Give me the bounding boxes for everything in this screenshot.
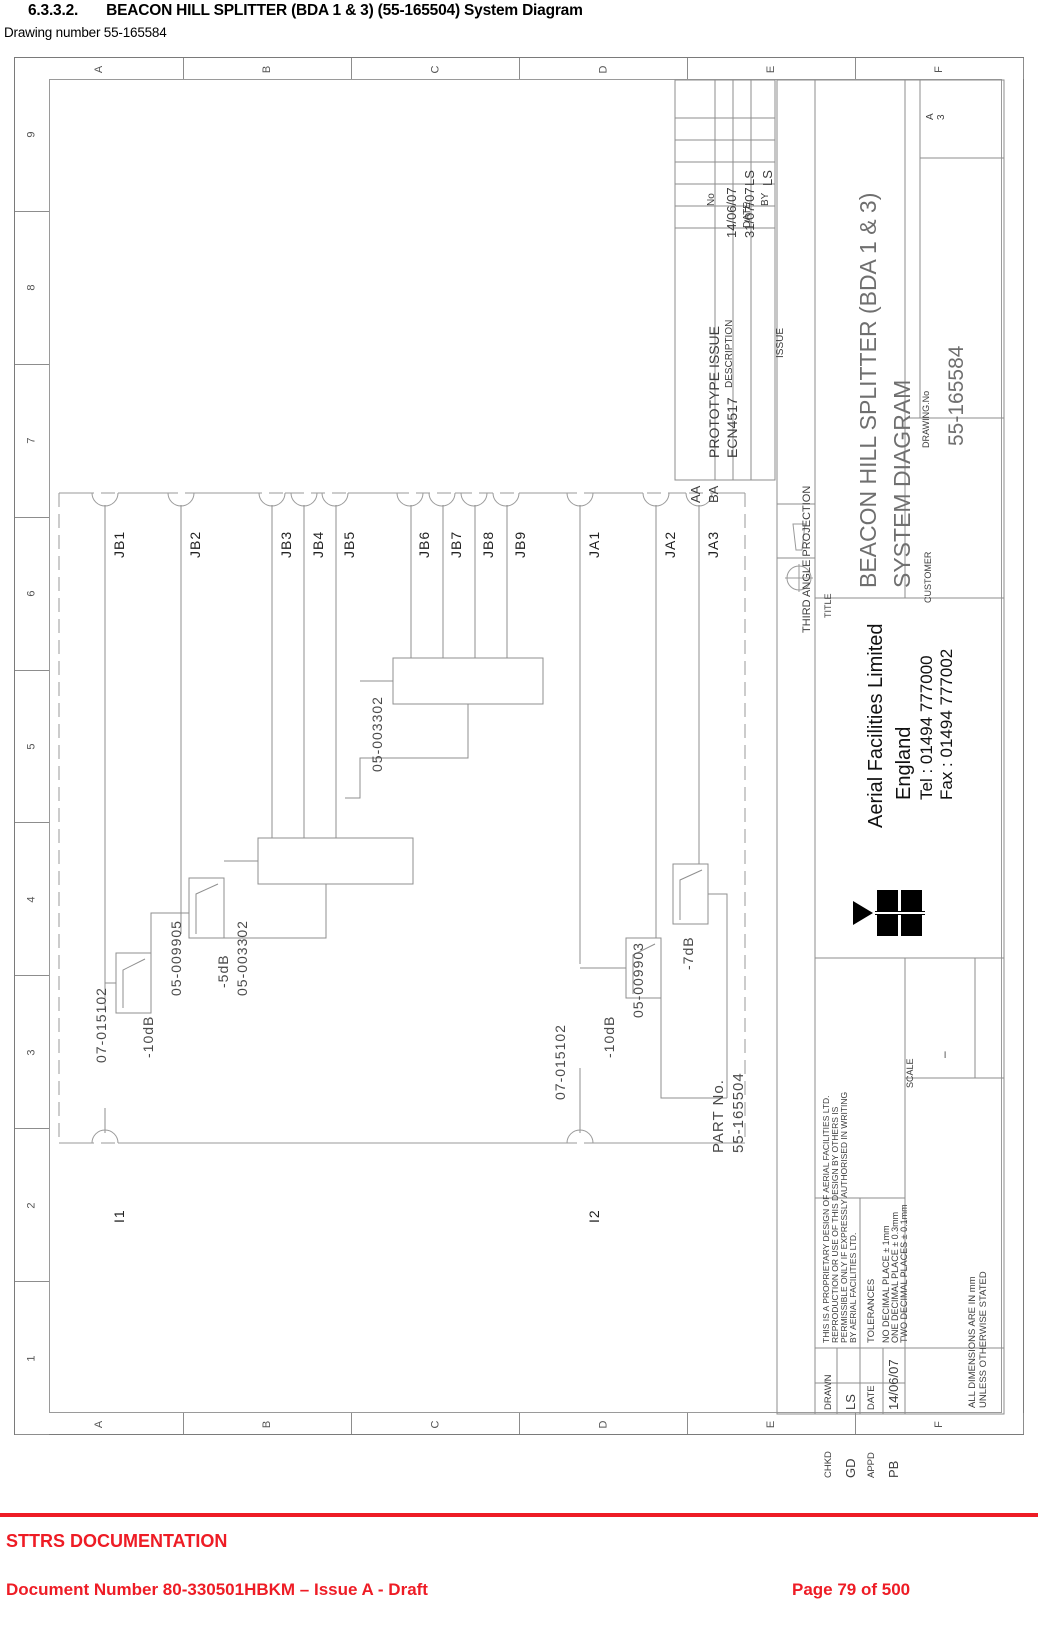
footer-divider	[0, 1513, 1038, 1517]
scale-value: –	[937, 1051, 951, 1058]
logo-square-d	[901, 915, 922, 936]
chkd-label: CHKD	[823, 1451, 834, 1478]
appd-label: APPD	[866, 1452, 877, 1478]
logo-square-b	[901, 890, 922, 911]
customer-label: CUSTOMER	[923, 551, 933, 603]
rev-row-1-no: AA	[688, 485, 703, 503]
logo-square-c	[877, 915, 898, 936]
drawing-sheet: ABCDEF ABCDEF 987654321 JB1 JB2 JB3 JB4 …	[14, 57, 1024, 1478]
drawn-label: DRAWN	[823, 1374, 834, 1410]
sheet-label: A	[925, 113, 936, 120]
footer-page-number: Page 79 of 500	[792, 1580, 911, 1599]
proprietary-notice-line-3: BY AERIAL FACILITIES LTD.	[848, 1232, 858, 1343]
aerial-facilities-logo	[853, 890, 929, 936]
rev-row-1-date: 14/06/07	[724, 187, 739, 238]
company-country: England	[893, 726, 915, 800]
section-number: 6.3.3.2.	[28, 2, 79, 19]
scale-label: SCALE	[905, 1058, 915, 1088]
rev-row-0-by: LS	[760, 170, 775, 186]
rev-header-description: DESCRIPTION	[724, 319, 735, 388]
date-label: DATE	[866, 1385, 877, 1410]
rev-header-by: BY	[760, 192, 771, 206]
units-note-line-0: ALL DIMENSIONS ARE IN mm	[967, 1276, 978, 1408]
rev-row-0-no: BA	[706, 485, 721, 503]
chkd-value: GD	[843, 1458, 858, 1479]
issue-label: ISSUE	[775, 327, 786, 358]
drawing-number-subheading: Drawing number 55-165584	[4, 25, 167, 40]
drawing-no-label: DRAWING.No	[921, 390, 931, 448]
page-title: 6.3.3.2. BEACON HILL SPLITTER (BDA 1 & 3)…	[28, 2, 583, 20]
third-angle-projection-label: THIRD ANGLE PROJECTION	[801, 485, 813, 633]
tolerances-label: TOLERANCES	[866, 1278, 877, 1343]
title-line-2: SYSTEM DIAGRAM	[889, 379, 915, 588]
logo-square-a	[877, 890, 898, 911]
rev-row-0-date: 31/07/07	[742, 187, 757, 238]
rev-row-1-description: PROTOTYPE ISSUE	[706, 326, 722, 458]
title-field-label: TITLE	[823, 593, 833, 618]
footer-doc-type: STTRS DOCUMENTATION	[6, 1531, 228, 1551]
title-line-1: BEACON HILL SPLITTER (BDA 1 & 3)	[855, 192, 881, 588]
section-heading-text: BEACON HILL SPLITTER (BDA 1 & 3) (55-165…	[106, 2, 583, 19]
logo-triangle	[853, 901, 873, 925]
appd-value: PB	[886, 1460, 901, 1478]
company-name: Aerial Facilities Limited	[865, 623, 887, 828]
company-fax: Fax : 01494 777002	[937, 648, 956, 800]
rev-row-1-by: LS	[742, 170, 757, 186]
date-value: 14/06/07	[886, 1359, 901, 1410]
rev-header-no: No	[706, 193, 717, 206]
units-note-line-1: UNLESS OTHERWISE STATED	[978, 1271, 989, 1408]
company-tel: Tel : 01494 777000	[917, 655, 936, 800]
tolerances-line-2: TWO DECIMAL PLACES ± 0.1mm	[899, 1204, 909, 1343]
drawing-no-value: 55-165584	[945, 345, 968, 446]
drawn-value: LS	[843, 1394, 858, 1410]
logo-bar	[875, 911, 925, 915]
sheet-value: 3	[936, 114, 947, 120]
rev-row-0-description: ECN4517	[724, 397, 740, 458]
footer-document-number: Document Number 80-330501HBKM – Issue A …	[6, 1580, 428, 1599]
